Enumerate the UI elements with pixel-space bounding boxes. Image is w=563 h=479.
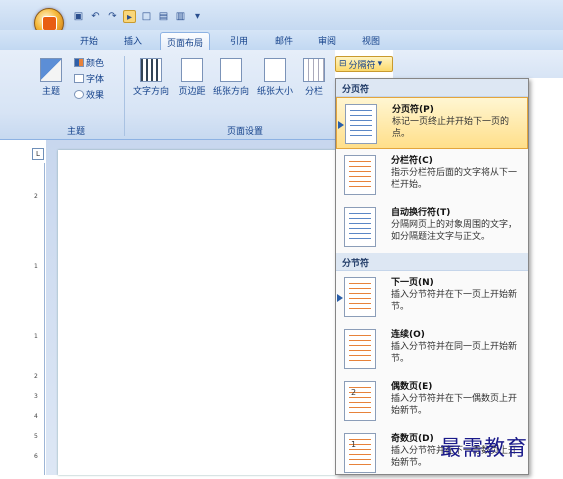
themes-icon bbox=[40, 58, 62, 82]
even-page-icon: 2 bbox=[344, 381, 376, 421]
menu-item-desc: 指示分栏符后面的文字将从下一栏开始。 bbox=[391, 168, 518, 190]
breaks-button[interactable]: ⊟ 分隔符 ▾ bbox=[335, 56, 393, 72]
ruler-number: 1 bbox=[34, 263, 38, 270]
continuous-icon bbox=[344, 329, 376, 369]
menu-item-desc: 标记一页终止并开始下一页的点。 bbox=[392, 117, 510, 139]
fonts-icon bbox=[74, 74, 84, 83]
group-separator bbox=[124, 56, 125, 136]
tab-review[interactable]: 审阅 bbox=[318, 34, 336, 47]
vertical-ruler[interactable]: 2 1 1 2 3 4 5 6 bbox=[31, 163, 45, 475]
colors-icon bbox=[74, 58, 84, 67]
page-number-glyph: 1 bbox=[351, 440, 357, 449]
ruler-number: 3 bbox=[34, 393, 38, 400]
menu-section-section-breaks: 分节符 bbox=[336, 253, 528, 271]
themes-group-label: 主题 bbox=[66, 127, 85, 137]
menu-item-text-wrapping[interactable]: 自动换行符(T) 分隔网页上的对象周围的文字，如分隔题注文字与正文。 bbox=[336, 201, 528, 253]
size-button[interactable]: 纸张大小 bbox=[254, 58, 296, 97]
colors-button[interactable]: 颜色 bbox=[74, 56, 104, 69]
ruler-number: 2 bbox=[34, 373, 38, 380]
column-break-icon bbox=[344, 155, 376, 195]
tab-mailings[interactable]: 邮件 bbox=[275, 34, 293, 47]
open-icon[interactable]: ▤ bbox=[157, 10, 170, 23]
text-direction-icon bbox=[140, 58, 162, 82]
menu-item-even-page[interactable]: 2 偶数页(E) 插入分节符并在下一偶数页上开始新节。 bbox=[336, 375, 528, 427]
colors-label: 颜色 bbox=[86, 59, 105, 69]
margins-icon bbox=[181, 58, 203, 82]
ruler-number: 4 bbox=[34, 413, 38, 420]
quick-access-toolbar: ▣ ↶ ↷ ▸ □ ▤ ▥ ▾ bbox=[72, 8, 204, 24]
text-wrapping-icon bbox=[344, 207, 376, 247]
columns-icon bbox=[303, 58, 325, 82]
size-label: 纸张大小 bbox=[256, 87, 293, 97]
orientation-button[interactable]: 纸张方向 bbox=[210, 58, 252, 97]
ruler-number: 6 bbox=[34, 453, 38, 460]
breaks-label: 分隔符 bbox=[348, 60, 376, 71]
size-icon bbox=[264, 58, 286, 82]
effects-icon bbox=[74, 90, 84, 99]
breaks-menu: 分页符 分页符(P) 标记一页终止并开始下一页的点。 分栏符(C) 指示分栏符后… bbox=[335, 78, 529, 475]
ruler-number: 2 bbox=[34, 193, 38, 200]
columns-button[interactable]: 分栏 bbox=[300, 58, 328, 97]
tab-insert[interactable]: 插入 bbox=[124, 34, 142, 47]
effects-button[interactable]: 效果 bbox=[74, 88, 104, 101]
ribbon-tabs: 开始 插入 页面布局 引用 邮件 审阅 视图 bbox=[0, 30, 563, 50]
menu-section-page-breaks: 分页符 bbox=[336, 79, 528, 97]
themes-label: 主题 bbox=[41, 87, 60, 97]
columns-label: 分栏 bbox=[304, 87, 323, 97]
effects-label: 效果 bbox=[86, 91, 105, 101]
margins-button[interactable]: 页边距 bbox=[176, 58, 208, 97]
office-logo-icon bbox=[42, 16, 57, 31]
fonts-label: 字体 bbox=[86, 75, 105, 85]
menu-item-next-page[interactable]: 下一页(N) 插入分节符并在下一页上开始新节。 bbox=[336, 271, 528, 323]
menu-item-desc: 插入分节符并在同一页上开始新节。 bbox=[391, 342, 518, 364]
odd-page-icon: 1 bbox=[344, 433, 376, 473]
tab-references[interactable]: 引用 bbox=[230, 34, 248, 47]
undo-icon[interactable]: ↶ bbox=[89, 10, 102, 23]
menu-item-title: 偶数页(E) bbox=[391, 382, 433, 392]
tab-home[interactable]: 开始 bbox=[80, 34, 98, 47]
page-break-icon bbox=[338, 104, 377, 144]
ribbon-page-layout: 主题 颜色 字体 效果 主题 文字方向 页边距 纸张方向 纸张大小 分栏 页面设… bbox=[0, 50, 335, 140]
orientation-label: 纸张方向 bbox=[212, 87, 249, 97]
menu-item-desc: 分隔网页上的对象周围的文字，如分隔题注文字与正文。 bbox=[391, 220, 518, 242]
highlight-icon[interactable]: ▸ bbox=[123, 9, 136, 23]
text-direction-button[interactable]: 文字方向 bbox=[130, 58, 172, 97]
fonts-button[interactable]: 字体 bbox=[74, 72, 104, 85]
next-page-icon bbox=[337, 277, 376, 317]
ruler-number: 1 bbox=[34, 333, 38, 340]
ribbon-extension bbox=[393, 50, 563, 78]
print-icon[interactable]: ▥ bbox=[174, 10, 187, 23]
menu-item-desc: 插入分节符并在下一偶数页上开始新节。 bbox=[391, 394, 518, 416]
ruler-number: 5 bbox=[34, 433, 38, 440]
menu-item-continuous[interactable]: 连续(O) 插入分节符并在同一页上开始新节。 bbox=[336, 323, 528, 375]
new-icon[interactable]: □ bbox=[140, 10, 153, 23]
document-page[interactable] bbox=[58, 150, 336, 475]
menu-item-title: 分栏符(C) bbox=[391, 156, 433, 166]
menu-item-title: 下一页(N) bbox=[391, 278, 434, 288]
page-setup-group-label: 页面设置 bbox=[226, 127, 263, 137]
dropdown-icon[interactable]: ▾ bbox=[191, 10, 204, 23]
text-direction-label: 文字方向 bbox=[132, 87, 169, 97]
margins-label: 页边距 bbox=[178, 87, 206, 97]
menu-item-desc: 插入分节符并在下一页上开始新节。 bbox=[391, 290, 518, 312]
watermark: 最需教育 bbox=[440, 436, 528, 460]
orientation-icon bbox=[220, 58, 242, 82]
breaks-icon: ⊟ bbox=[339, 59, 347, 69]
save-icon[interactable]: ▣ bbox=[72, 10, 85, 23]
menu-item-title: 分页符(P) bbox=[392, 105, 434, 115]
redo-icon[interactable]: ↷ bbox=[106, 10, 119, 23]
menu-item-title: 连续(O) bbox=[391, 330, 425, 340]
menu-item-column-break[interactable]: 分栏符(C) 指示分栏符后面的文字将从下一栏开始。 bbox=[336, 149, 528, 201]
tab-selector[interactable]: L bbox=[32, 148, 44, 160]
tab-view[interactable]: 视图 bbox=[362, 34, 380, 47]
menu-item-title: 自动换行符(T) bbox=[391, 208, 451, 218]
tab-page-layout[interactable]: 页面布局 bbox=[160, 32, 211, 50]
themes-button[interactable]: 主题 bbox=[36, 58, 66, 97]
menu-item-page-break[interactable]: 分页符(P) 标记一页终止并开始下一页的点。 bbox=[336, 97, 528, 149]
chevron-down-icon: ▾ bbox=[377, 59, 383, 69]
page-number-glyph: 2 bbox=[351, 388, 357, 397]
